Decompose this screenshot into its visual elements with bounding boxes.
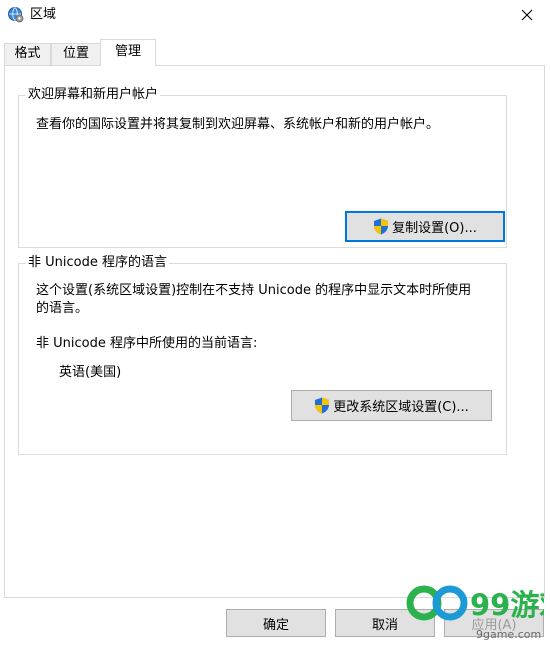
ok-button[interactable]: 确定 [226, 609, 326, 637]
non-unicode-group-legend: 非 Unicode 程序的语言 [26, 254, 169, 272]
globe-settings-icon [8, 7, 24, 23]
tab-panel-administrative: 欢迎屏幕和新用户帐户 查看你的国际设置并将其复制到欢迎屏幕、系统帐户和新的用户帐… [4, 65, 545, 598]
close-icon [521, 9, 533, 21]
tab-format[interactable]: 格式 [4, 43, 51, 65]
tab-administrative[interactable]: 管理 [100, 39, 156, 66]
title-bar: 区域 [0, 0, 550, 30]
close-button[interactable] [504, 0, 550, 30]
cancel-button[interactable]: 取消 [335, 609, 435, 637]
current-language-value: 英语(美国) [59, 365, 122, 380]
change-system-locale-button[interactable]: 更改系统区域设置(C)... [291, 390, 492, 421]
welcome-group-legend: 欢迎屏幕和新用户帐户 [26, 86, 161, 104]
window-title: 区域 [30, 7, 57, 22]
welcome-description: 查看你的国际设置并将其复制到欢迎屏幕、系统帐户和新的用户帐户。 [36, 117, 440, 132]
copy-settings-label: 复制设置(O)... [392, 221, 477, 236]
current-language-label: 非 Unicode 程序中所使用的当前语言: [36, 336, 258, 351]
apply-button[interactable]: 应用(A) [444, 609, 544, 637]
uac-shield-icon [374, 218, 389, 235]
copy-settings-button[interactable]: 复制设置(O)... [345, 211, 505, 242]
non-unicode-description-line2: 的语言。 [36, 301, 89, 316]
welcome-screen-group: 欢迎屏幕和新用户帐户 查看你的国际设置并将其复制到欢迎屏幕、系统帐户和新的用户帐… [18, 86, 507, 248]
uac-shield-icon [315, 397, 330, 414]
tab-location[interactable]: 位置 [51, 43, 101, 65]
non-unicode-group: 非 Unicode 程序的语言 这个设置(系统区域设置)控制在不支持 Unico… [18, 254, 507, 455]
non-unicode-description-line1: 这个设置(系统区域设置)控制在不支持 Unicode 的程序中显示文本时所使用 [36, 283, 472, 298]
change-system-locale-label: 更改系统区域设置(C)... [333, 400, 469, 415]
